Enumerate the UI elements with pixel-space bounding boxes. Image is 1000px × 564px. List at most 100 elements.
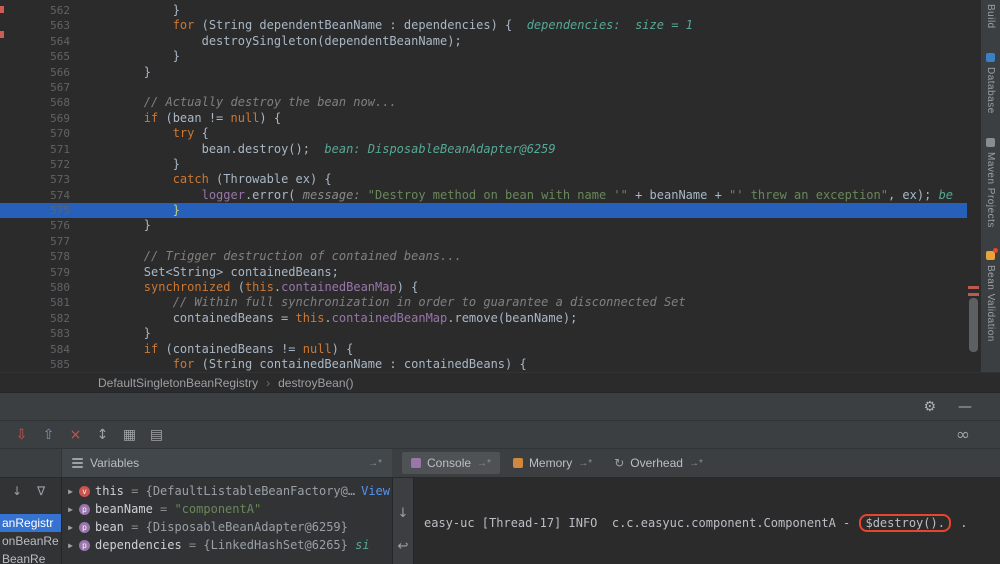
line-number[interactable]: 580 bbox=[0, 280, 86, 295]
frame-item[interactable]: anRegistr bbox=[0, 514, 61, 532]
move-up-stack-icon[interactable]: ⇧ bbox=[35, 427, 62, 443]
line-number[interactable]: 581 bbox=[0, 295, 86, 310]
line-number[interactable]: 565 bbox=[0, 49, 86, 64]
line-number[interactable]: 562 bbox=[0, 3, 86, 18]
code-line[interactable]: 578 // Trigger destruction of contained b… bbox=[0, 249, 967, 264]
code-line[interactable]: 585 for (String containedBeanName : conta… bbox=[0, 357, 967, 372]
code-line[interactable]: 567 bbox=[0, 80, 967, 95]
variable-row[interactable]: ▶ p beanName = "componentA" bbox=[62, 500, 392, 518]
code-line[interactable]: 581 // Within full synchronization in ord… bbox=[0, 295, 967, 310]
code-line[interactable]: 568 // Actually destroy the bean now... bbox=[0, 95, 967, 110]
code-line[interactable]: 583} bbox=[0, 326, 967, 341]
line-number[interactable]: 571 bbox=[0, 142, 86, 157]
variable-row[interactable]: ▶ p dependencies = {LinkedHashSet@6265} si bbox=[62, 536, 392, 554]
line-number[interactable]: 563 bbox=[0, 18, 86, 33]
toolwindow-icon bbox=[986, 248, 998, 261]
editor-scrollbar[interactable] bbox=[967, 0, 980, 372]
line-number[interactable]: 570 bbox=[0, 126, 86, 141]
variable-row[interactable]: ▶ p bean = {DisposableBeanAdapter@6259} bbox=[62, 518, 392, 536]
tab-memory[interactable]: Memory →* bbox=[504, 452, 601, 474]
line-number[interactable]: 583 bbox=[0, 326, 86, 341]
layout-grid-icon[interactable]: ▦ bbox=[116, 427, 143, 443]
tab-variables[interactable]: Variables →* bbox=[62, 449, 392, 477]
tab-console[interactable]: Console →* bbox=[402, 452, 500, 474]
gear-icon[interactable]: ⚙ bbox=[923, 399, 936, 415]
expand-arrow-icon[interactable]: ▶ bbox=[62, 523, 79, 532]
console-output[interactable]: easy-uc [Thread-17] INFO c.c.easyuc.comp… bbox=[414, 478, 1000, 564]
inline-debug-hint: dependencies: size = 1 bbox=[526, 18, 693, 33]
line-number[interactable]: 566 bbox=[0, 65, 86, 80]
infinity-icon[interactable]: ∞ bbox=[956, 425, 970, 445]
line-number[interactable]: 579 bbox=[0, 265, 86, 280]
code-segment: catch bbox=[172, 172, 217, 187]
code-segment: .remove(beanName); bbox=[447, 310, 578, 325]
expand-arrow-icon[interactable]: ▶ bbox=[62, 541, 79, 550]
code-line[interactable]: 576} bbox=[0, 218, 967, 233]
line-number[interactable]: 567 bbox=[0, 80, 86, 95]
code-line[interactable]: 582 containedBeans = this.containedBeanMa… bbox=[0, 311, 967, 326]
code-line[interactable]: 577 bbox=[0, 234, 967, 249]
code-line[interactable]: 571 bean.destroy(); bean: DisposableBeanA… bbox=[0, 142, 967, 157]
frame-item[interactable]: BeanRe bbox=[0, 550, 61, 564]
frame-item[interactable]: onBeanRe bbox=[0, 532, 61, 550]
soft-wrap-icon[interactable]: ↩ bbox=[398, 539, 409, 554]
view-link[interactable]: View bbox=[361, 484, 390, 498]
code-line[interactable]: 572} bbox=[0, 157, 967, 172]
line-number[interactable]: 564 bbox=[0, 34, 86, 49]
code-line[interactable]: 569 if (bean != null) { bbox=[0, 111, 967, 126]
focus-arrow-icon[interactable]: →* bbox=[578, 458, 592, 469]
toolwindow-button-maven-projects[interactable]: Maven Projects bbox=[985, 137, 996, 227]
line-number[interactable]: 572 bbox=[0, 157, 86, 172]
code-line[interactable]: 584 if (containedBeans != null) { bbox=[0, 342, 967, 357]
variable-kind-icon: p bbox=[79, 539, 90, 551]
code-line[interactable]: 580 synchronized (this.containedBeanMap) … bbox=[0, 280, 967, 295]
code-editor[interactable]: 562} 563 for (String dependentBeanName : d… bbox=[0, 0, 967, 372]
breadcrumb-method[interactable]: destroyBean() bbox=[278, 376, 353, 390]
line-number[interactable]: 577 bbox=[0, 234, 86, 249]
expand-arrow-icon[interactable]: ▶ bbox=[62, 487, 79, 496]
frames-down-icon[interactable]: ↓ bbox=[12, 484, 22, 498]
code-segment: null bbox=[302, 341, 332, 356]
code-line[interactable]: 574 logger.error( message: "Destroy metho… bbox=[0, 188, 967, 203]
code-line[interactable]: 570 try { bbox=[0, 126, 967, 141]
line-number[interactable]: 585 bbox=[0, 357, 86, 372]
line-number[interactable]: 582 bbox=[0, 311, 86, 326]
focus-arrow-icon[interactable]: →* bbox=[368, 458, 382, 469]
line-number[interactable]: 576 bbox=[0, 218, 86, 233]
line-number[interactable]: 573 bbox=[0, 172, 86, 187]
line-number[interactable]: 569 bbox=[0, 111, 86, 126]
log-text: easy-uc [Thread-17] INFO c.c.easyuc.comp… bbox=[424, 516, 858, 530]
move-down-stack-icon[interactable]: ⇩ bbox=[8, 427, 35, 443]
focus-arrow-icon[interactable]: →* bbox=[689, 458, 703, 469]
view-options-icon[interactable]: ▤ bbox=[143, 427, 170, 443]
toolwindow-button-database[interactable]: Database bbox=[985, 52, 996, 114]
console-toolbar: ↓ ↩ bbox=[392, 478, 414, 564]
code-line[interactable]: 562} bbox=[0, 3, 967, 18]
code-line[interactable]: 563 for (String dependentBeanName : depen… bbox=[0, 18, 967, 33]
scrollbar-thumb[interactable] bbox=[969, 298, 978, 352]
minimize-icon[interactable]: — bbox=[958, 399, 972, 415]
tab-overhead[interactable]: ↻ Overhead →* bbox=[605, 452, 712, 474]
sort-icon[interactable]: ↕ bbox=[89, 427, 116, 443]
filter-icon[interactable]: ∇ bbox=[37, 484, 45, 498]
breadcrumb-class[interactable]: DefaultSingletonBeanRegistry bbox=[98, 376, 258, 390]
code-line[interactable]: 565} bbox=[0, 49, 967, 64]
expand-arrow-icon[interactable]: ▶ bbox=[62, 505, 79, 514]
code-line[interactable]: 573 catch (Throwable ex) { bbox=[0, 172, 967, 187]
code-line[interactable]: 575} bbox=[0, 203, 967, 219]
focus-arrow-icon[interactable]: →* bbox=[477, 458, 491, 469]
line-number[interactable]: 568 bbox=[0, 95, 86, 110]
variable-row[interactable]: ▶ v this = {DefaultListableBeanFactory@… Vi… bbox=[62, 482, 392, 500]
code-line[interactable]: 564 destroySingleton(dependentBeanName); bbox=[0, 34, 967, 49]
scroll-to-end-icon[interactable]: ↓ bbox=[398, 506, 409, 521]
remove-watch-icon[interactable]: × bbox=[62, 427, 89, 443]
toolwindow-button-bean-validation[interactable]: Bean Validation bbox=[985, 248, 998, 342]
line-number[interactable]: 575 bbox=[0, 203, 86, 218]
code-line[interactable]: 579 Set<String> containedBeans; bbox=[0, 265, 967, 280]
line-number[interactable]: 578 bbox=[0, 249, 86, 264]
line-number[interactable]: 574 bbox=[0, 188, 86, 203]
toolwindow-button-build[interactable]: Build bbox=[985, 4, 996, 29]
code-line[interactable]: 566} bbox=[0, 65, 967, 80]
line-number[interactable]: 584 bbox=[0, 342, 86, 357]
